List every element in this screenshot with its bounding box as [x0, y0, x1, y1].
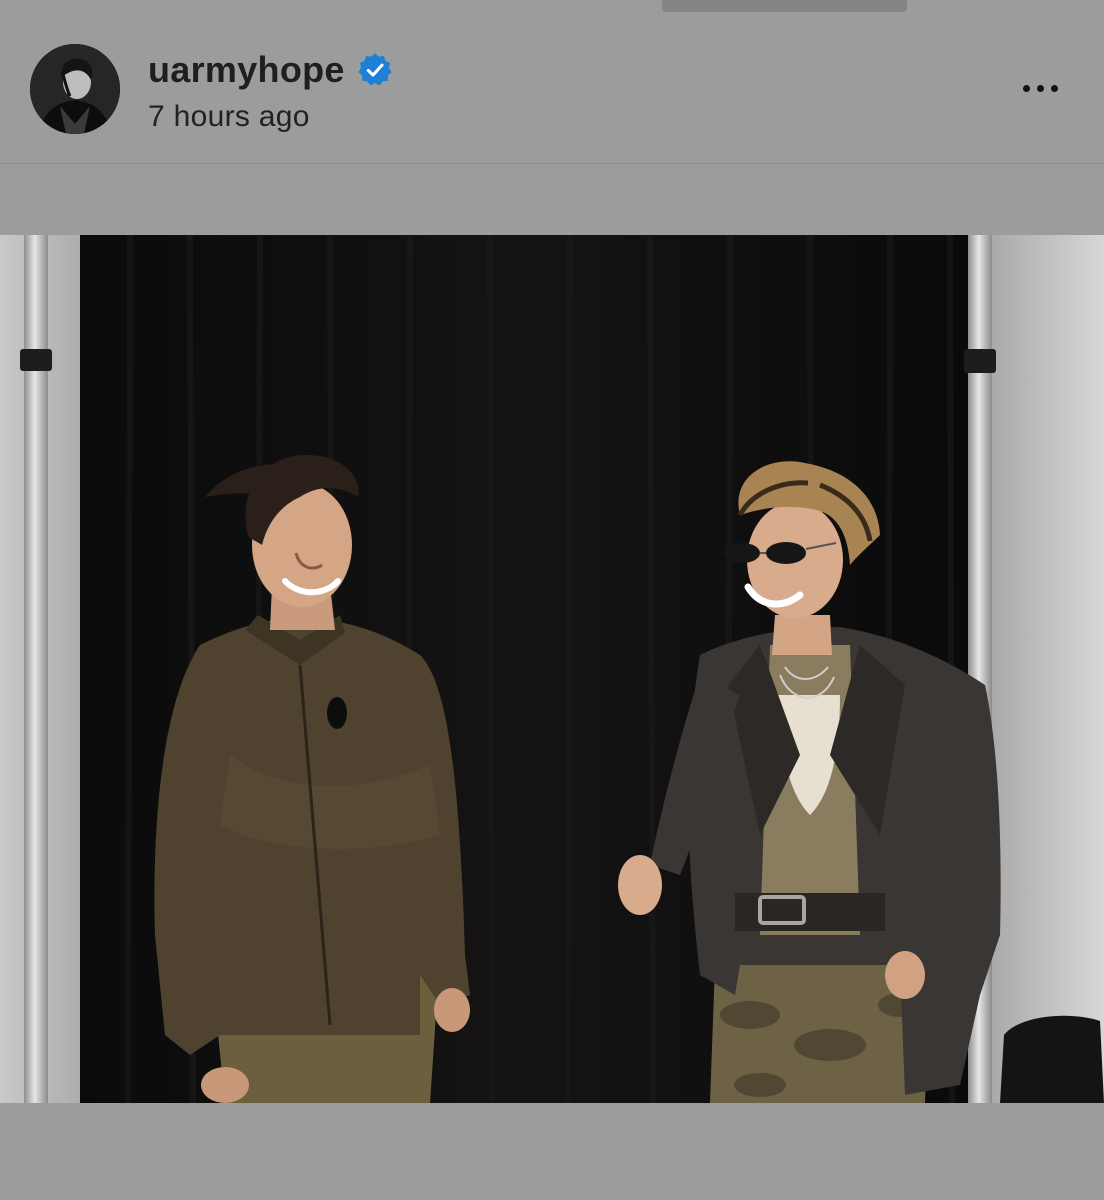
top-edge — [0, 0, 1104, 22]
profile-avatar[interactable] — [30, 44, 120, 134]
post-timestamp: 7 hours ago — [148, 100, 310, 133]
avatar-image — [30, 44, 120, 134]
header-divider — [0, 163, 1104, 164]
more-options-dot — [1050, 84, 1058, 92]
previous-content-edge — [662, 0, 907, 12]
post-photo[interactable] — [0, 235, 1104, 1103]
post-header: uarmyhope 7 hours ago — [0, 22, 1104, 163]
more-options-dot — [1036, 84, 1044, 92]
more-options-icon — [1022, 84, 1030, 92]
username-link[interactable]: uarmyhope — [148, 49, 345, 91]
more-options-button[interactable] — [1012, 68, 1068, 108]
username-row: uarmyhope — [148, 48, 393, 92]
verified-badge-icon — [357, 52, 393, 88]
photo-content — [0, 235, 1104, 1103]
